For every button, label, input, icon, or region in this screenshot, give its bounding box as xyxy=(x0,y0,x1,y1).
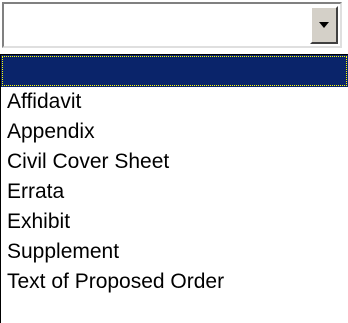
chevron-down-icon xyxy=(319,22,329,28)
list-item-exhibit[interactable]: Exhibit xyxy=(1,207,348,237)
dropdown-button[interactable] xyxy=(310,6,338,44)
list-item-appendix[interactable]: Appendix xyxy=(1,117,348,147)
list-item-text-of-proposed-order[interactable]: Text of Proposed Order xyxy=(1,267,348,297)
list-item-errata[interactable]: Errata xyxy=(1,177,348,207)
list-item-blank[interactable] xyxy=(1,55,348,87)
document-type-select[interactable] xyxy=(2,2,342,48)
options-list[interactable]: Affidavit Appendix Civil Cover Sheet Err… xyxy=(0,54,348,323)
list-item-affidavit[interactable]: Affidavit xyxy=(1,87,348,117)
list-item-supplement[interactable]: Supplement xyxy=(1,237,348,267)
list-item-civil-cover-sheet[interactable]: Civil Cover Sheet xyxy=(1,147,348,177)
